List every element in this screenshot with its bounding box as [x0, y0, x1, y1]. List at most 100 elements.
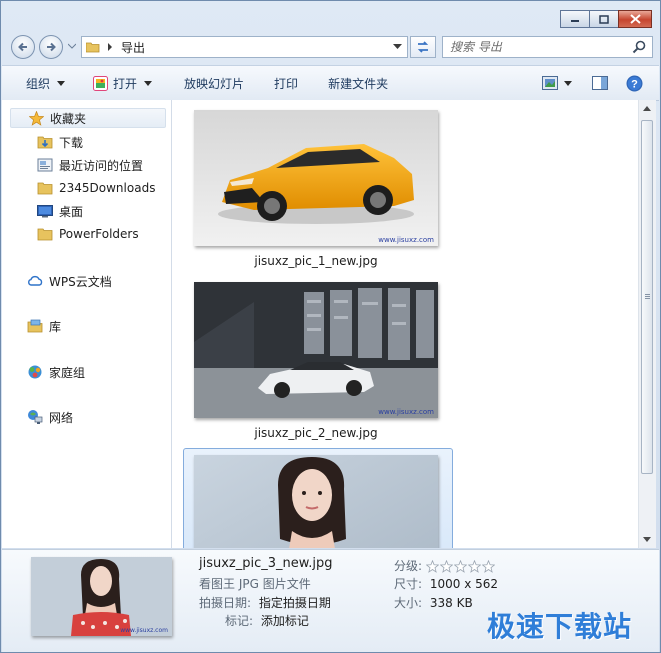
thumbnail-car-2: www.jisuxz.com	[194, 282, 438, 418]
star-icon[interactable]	[453, 560, 467, 573]
star-icon[interactable]	[481, 560, 495, 573]
details-date-row: 拍摄日期: 指定拍摄日期	[199, 594, 331, 611]
details-rating-row: 分级:	[394, 557, 495, 574]
organize-label: 组织	[26, 76, 51, 91]
chevron-down-icon	[564, 80, 572, 86]
address-bar[interactable]: 导出	[81, 36, 408, 58]
file-name: jisuxz_pic_2_new.jpg	[254, 426, 378, 440]
minimize-button[interactable]	[560, 10, 590, 28]
details-filename: jisuxz_pic_3_new.jpg	[199, 556, 333, 571]
details-thumbnail: www.jisuxz.com	[31, 557, 172, 636]
vertical-scrollbar[interactable]	[638, 100, 656, 548]
sidebar-item-label: PowerFolders	[59, 227, 139, 241]
breadcrumb-chevron-icon[interactable]	[107, 43, 113, 51]
file-item-selected[interactable]	[194, 455, 438, 548]
sidebar-item-label: 收藏夹	[50, 111, 87, 126]
star-icon[interactable]	[425, 560, 439, 573]
open-button[interactable]: 打开	[87, 71, 158, 95]
rating-stars[interactable]	[425, 560, 495, 573]
new-folder-label: 新建文件夹	[328, 76, 389, 91]
thumbnail-car-1: www.jisuxz.com	[194, 110, 438, 246]
details-dims-row: 尺寸: 1000 x 562	[394, 575, 498, 592]
print-button[interactable]: 打印	[268, 71, 304, 95]
slideshow-button[interactable]: 放映幻灯片	[178, 71, 250, 95]
sidebar-item-desktop[interactable]: 桌面	[37, 201, 83, 221]
sidebar-item-label: 下载	[59, 135, 84, 150]
watermark: www.jisuxz.com	[120, 627, 168, 634]
watermark: www.jisuxz.com	[378, 408, 434, 416]
scrollbar-thumb[interactable]	[641, 120, 653, 474]
file-list: www.jisuxz.com jisuxz_pic_1_new.jpg www.…	[172, 100, 638, 548]
explorer-window: 导出 组织 打开 放映幻灯片	[0, 0, 661, 653]
open-label: 打开	[113, 76, 138, 91]
sidebar-item-recent[interactable]: 最近访问的位置	[37, 155, 143, 175]
refresh-icon	[417, 41, 429, 53]
date-value[interactable]: 指定拍摄日期	[259, 596, 331, 610]
grip-line	[645, 294, 650, 295]
forward-arrow-icon	[47, 42, 56, 52]
desktop-icon	[37, 203, 53, 219]
sidebar-item-wps-cloud[interactable]: WPS云文档	[27, 271, 112, 291]
homegroup-icon	[27, 364, 43, 380]
address-dropdown-icon[interactable]	[393, 44, 402, 50]
caption-buttons	[560, 10, 652, 28]
dims-label: 尺寸:	[394, 577, 423, 591]
close-icon	[629, 14, 641, 24]
tags-value[interactable]: 添加标记	[261, 614, 309, 628]
preview-pane-button[interactable]	[586, 71, 614, 95]
library-icon	[27, 318, 43, 334]
date-label: 拍摄日期:	[199, 596, 252, 610]
history-dropdown-icon[interactable]	[68, 43, 76, 49]
file-item[interactable]: www.jisuxz.com jisuxz_pic_2_new.jpg	[194, 282, 438, 440]
maximize-button[interactable]	[589, 10, 619, 28]
scroll-up-icon[interactable]	[643, 106, 651, 111]
view-controls: ?	[538, 66, 659, 100]
cloud-icon	[27, 273, 43, 289]
sidebar-item-library[interactable]: 库	[27, 316, 61, 336]
view-dropdown-button[interactable]	[562, 71, 578, 95]
details-tags-row: 标记: 添加标记	[225, 612, 309, 629]
sidebar-item-homegroup[interactable]: 家庭组	[27, 362, 85, 382]
refresh-button[interactable]	[410, 36, 436, 58]
sidebar-item-powerfolders[interactable]: PowerFolders	[37, 224, 139, 244]
details-file-type: 看图王 JPG 图片文件	[199, 577, 311, 591]
chevron-down-icon	[57, 80, 66, 86]
size-value: 338 KB	[429, 596, 473, 610]
sidebar-item-label: 桌面	[59, 204, 84, 219]
print-label: 打印	[274, 76, 299, 91]
forward-button[interactable]	[39, 35, 63, 59]
maximize-icon	[599, 14, 609, 24]
change-view-button[interactable]	[538, 71, 562, 95]
search-box[interactable]	[442, 36, 653, 58]
sidebar-item-downloads[interactable]: 下载	[37, 132, 83, 152]
sidebar-item-network[interactable]: 网络	[27, 407, 73, 427]
search-input[interactable]	[450, 40, 620, 54]
slideshow-label: 放映幻灯片	[184, 76, 245, 91]
back-button[interactable]	[11, 35, 35, 59]
back-arrow-icon	[18, 42, 27, 52]
close-button[interactable]	[618, 10, 652, 28]
image-viewer-icon	[93, 75, 109, 91]
star-icon[interactable]	[439, 560, 453, 573]
star-icon[interactable]	[467, 560, 481, 573]
organize-button[interactable]: 组织	[20, 71, 71, 95]
breadcrumb-current[interactable]: 导出	[121, 39, 145, 56]
folder-icon	[86, 41, 100, 53]
folder-icon	[37, 180, 53, 196]
tags-label: 标记:	[225, 614, 254, 628]
new-folder-button[interactable]: 新建文件夹	[322, 71, 394, 95]
network-icon	[27, 409, 43, 425]
watermark: www.jisuxz.com	[378, 236, 434, 244]
scroll-down-icon[interactable]	[643, 537, 651, 542]
sidebar-item-label: 库	[49, 319, 62, 334]
sidebar-item-favorites[interactable]: 收藏夹	[10, 108, 166, 128]
sidebar-item-label: 最近访问的位置	[59, 158, 144, 173]
sidebar-item-2345downloads[interactable]: 2345Downloads	[37, 178, 155, 198]
rating-label: 分级:	[394, 559, 423, 573]
sidebar-item-label: 家庭组	[49, 365, 86, 380]
help-button[interactable]: ?	[620, 71, 649, 95]
minimize-icon	[571, 20, 579, 22]
dims-value: 1000 x 562	[429, 577, 499, 591]
file-item[interactable]: www.jisuxz.com jisuxz_pic_1_new.jpg	[194, 110, 438, 268]
search-icon[interactable]	[632, 40, 646, 54]
